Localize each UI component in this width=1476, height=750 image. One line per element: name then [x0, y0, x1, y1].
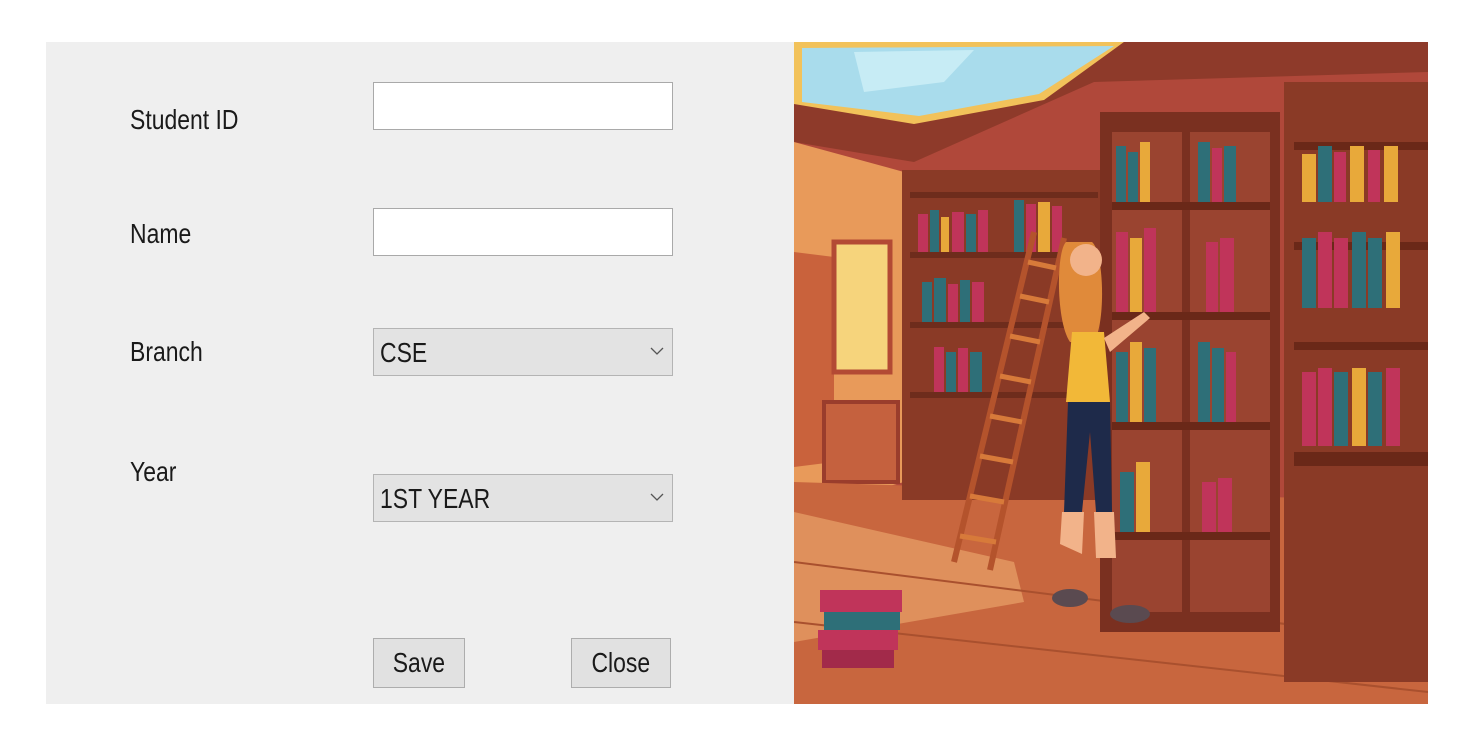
save-button-label: Save	[392, 647, 446, 678]
student-id-label: Student ID	[130, 104, 239, 135]
close-button[interactable]: Close	[571, 638, 671, 688]
name-label: Name	[130, 218, 192, 249]
branch-dropdown[interactable]: CSE	[373, 328, 673, 376]
student-form-window: Student ID Name Branch CSE Year 1ST YEAR…	[46, 42, 1428, 704]
branch-label: Branch	[130, 336, 203, 367]
library-illustration	[794, 42, 1428, 704]
year-label: Year	[130, 456, 177, 487]
student-id-input[interactable]	[373, 82, 673, 130]
chevron-down-icon	[650, 493, 664, 501]
form-panel: Student ID Name Branch CSE Year 1ST YEAR…	[46, 42, 794, 704]
year-dropdown[interactable]: 1ST YEAR	[373, 474, 673, 522]
year-selected-value: 1ST YEAR	[380, 483, 491, 514]
save-button[interactable]: Save	[373, 638, 465, 688]
close-button-label: Close	[591, 647, 651, 678]
name-input[interactable]	[373, 208, 673, 256]
chevron-down-icon	[650, 347, 664, 355]
branch-selected-value: CSE	[380, 337, 428, 368]
library-illustration-image	[794, 42, 1428, 704]
